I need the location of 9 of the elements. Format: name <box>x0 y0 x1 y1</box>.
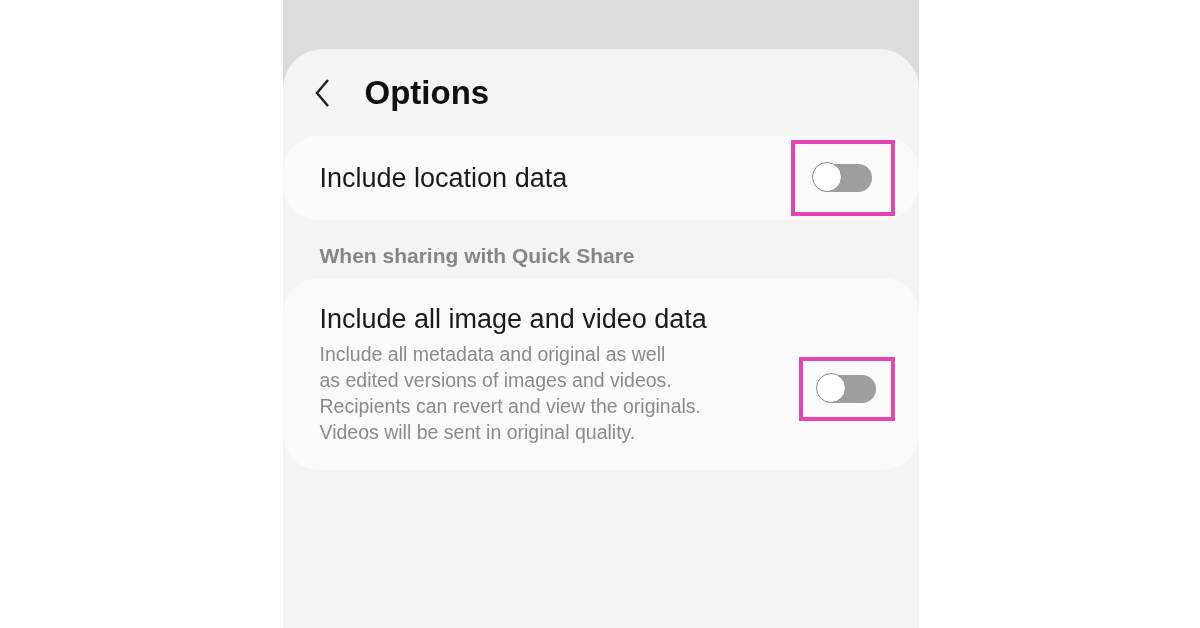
section-label: When sharing with Quick Share <box>318 243 636 269</box>
setting-card[interactable] <box>282 278 919 470</box>
setting-title: Include location data <box>319 162 569 194</box>
setting-description: Include all metadata and original as well as edited versions of images and videos. Recipients can revert and view the originals. Videos will be sent in original quality. <box>319 341 703 445</box>
toggle-switch[interactable] <box>817 375 876 403</box>
toggle-switch[interactable] <box>813 164 872 192</box>
setting-card[interactable]: Include location data <box>282 136 919 220</box>
page-title: Options <box>364 73 490 112</box>
setting-title: Include all image and video data <box>319 303 708 335</box>
